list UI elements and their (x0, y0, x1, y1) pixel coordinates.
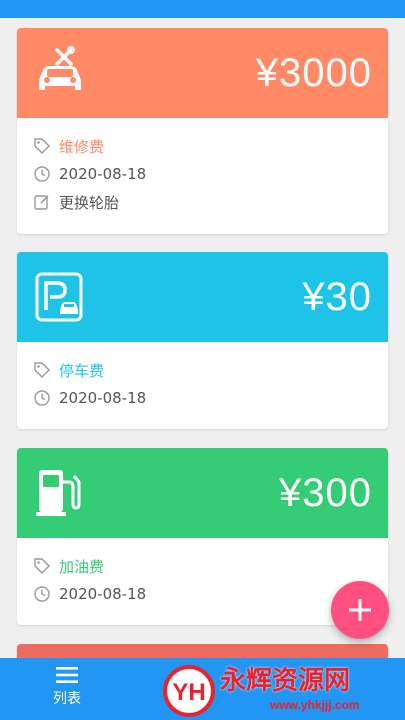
tab-list-label: 列表 (53, 691, 81, 707)
ticket-edge (17, 342, 388, 346)
category-label: 加油费 (59, 557, 105, 576)
watermark: YH 永辉资源网 www.yhkjjj.com (162, 664, 402, 718)
expense-amount: ¥3000 (255, 51, 372, 95)
category-row: 加油费 (33, 552, 372, 580)
expense-card-parking[interactable]: ¥30 停车费 2020-08-18 (17, 252, 388, 429)
clock-icon (34, 586, 50, 602)
expense-card-partial[interactable] (17, 644, 388, 658)
menu-icon (56, 667, 78, 683)
expense-amount: ¥30 (302, 275, 372, 319)
parking-icon (35, 272, 83, 322)
category-label: 停车费 (59, 361, 105, 380)
car-repair-icon (39, 46, 81, 90)
card-header: ¥300 (17, 448, 388, 543)
category-row: 维修费 (33, 132, 372, 160)
date-label: 2020-08-18 (59, 389, 147, 407)
ticket-edge (17, 538, 388, 542)
watermark-url: www.yhkjjj.com (270, 698, 360, 712)
edit-icon (34, 195, 49, 210)
date-label: 2020-08-18 (59, 585, 147, 603)
watermark-logo: YH (163, 665, 215, 717)
expense-card-repair[interactable]: ¥3000 维修费 2020-08-18 更换轮胎 (17, 28, 388, 234)
date-row: 2020-08-18 (33, 580, 372, 608)
note-row: 更换轮胎 (33, 188, 372, 216)
card-header: ¥30 (17, 252, 388, 347)
watermark-text: 永辉资源网 (220, 666, 351, 696)
date-row: 2020-08-18 (33, 160, 372, 188)
note-label: 更换轮胎 (59, 193, 120, 212)
date-label: 2020-08-18 (59, 165, 147, 183)
tag-icon (34, 362, 50, 378)
card-details: 停车费 2020-08-18 (17, 342, 388, 418)
plus-icon (349, 599, 371, 621)
date-row: 2020-08-18 (33, 384, 372, 412)
fuel-pump-icon (36, 470, 81, 516)
tag-icon (34, 138, 50, 154)
card-header: ¥3000 (17, 28, 388, 123)
ticket-edge (17, 118, 388, 122)
svg-text:YH: YH (172, 679, 205, 706)
clock-icon (34, 166, 50, 182)
expense-amount: ¥300 (279, 471, 372, 515)
card-details: 维修费 2020-08-18 更换轮胎 (17, 118, 388, 222)
tab-list[interactable]: 列表 (40, 664, 94, 714)
status-bar (0, 0, 405, 18)
category-row: 停车费 (33, 356, 372, 384)
add-record-button[interactable] (331, 581, 389, 639)
tag-icon (34, 558, 50, 574)
clock-icon (34, 390, 50, 406)
expense-list[interactable]: ¥3000 维修费 2020-08-18 更换轮胎 ¥30 停车费 2020-0… (0, 18, 405, 658)
category-label: 维修费 (59, 137, 105, 156)
